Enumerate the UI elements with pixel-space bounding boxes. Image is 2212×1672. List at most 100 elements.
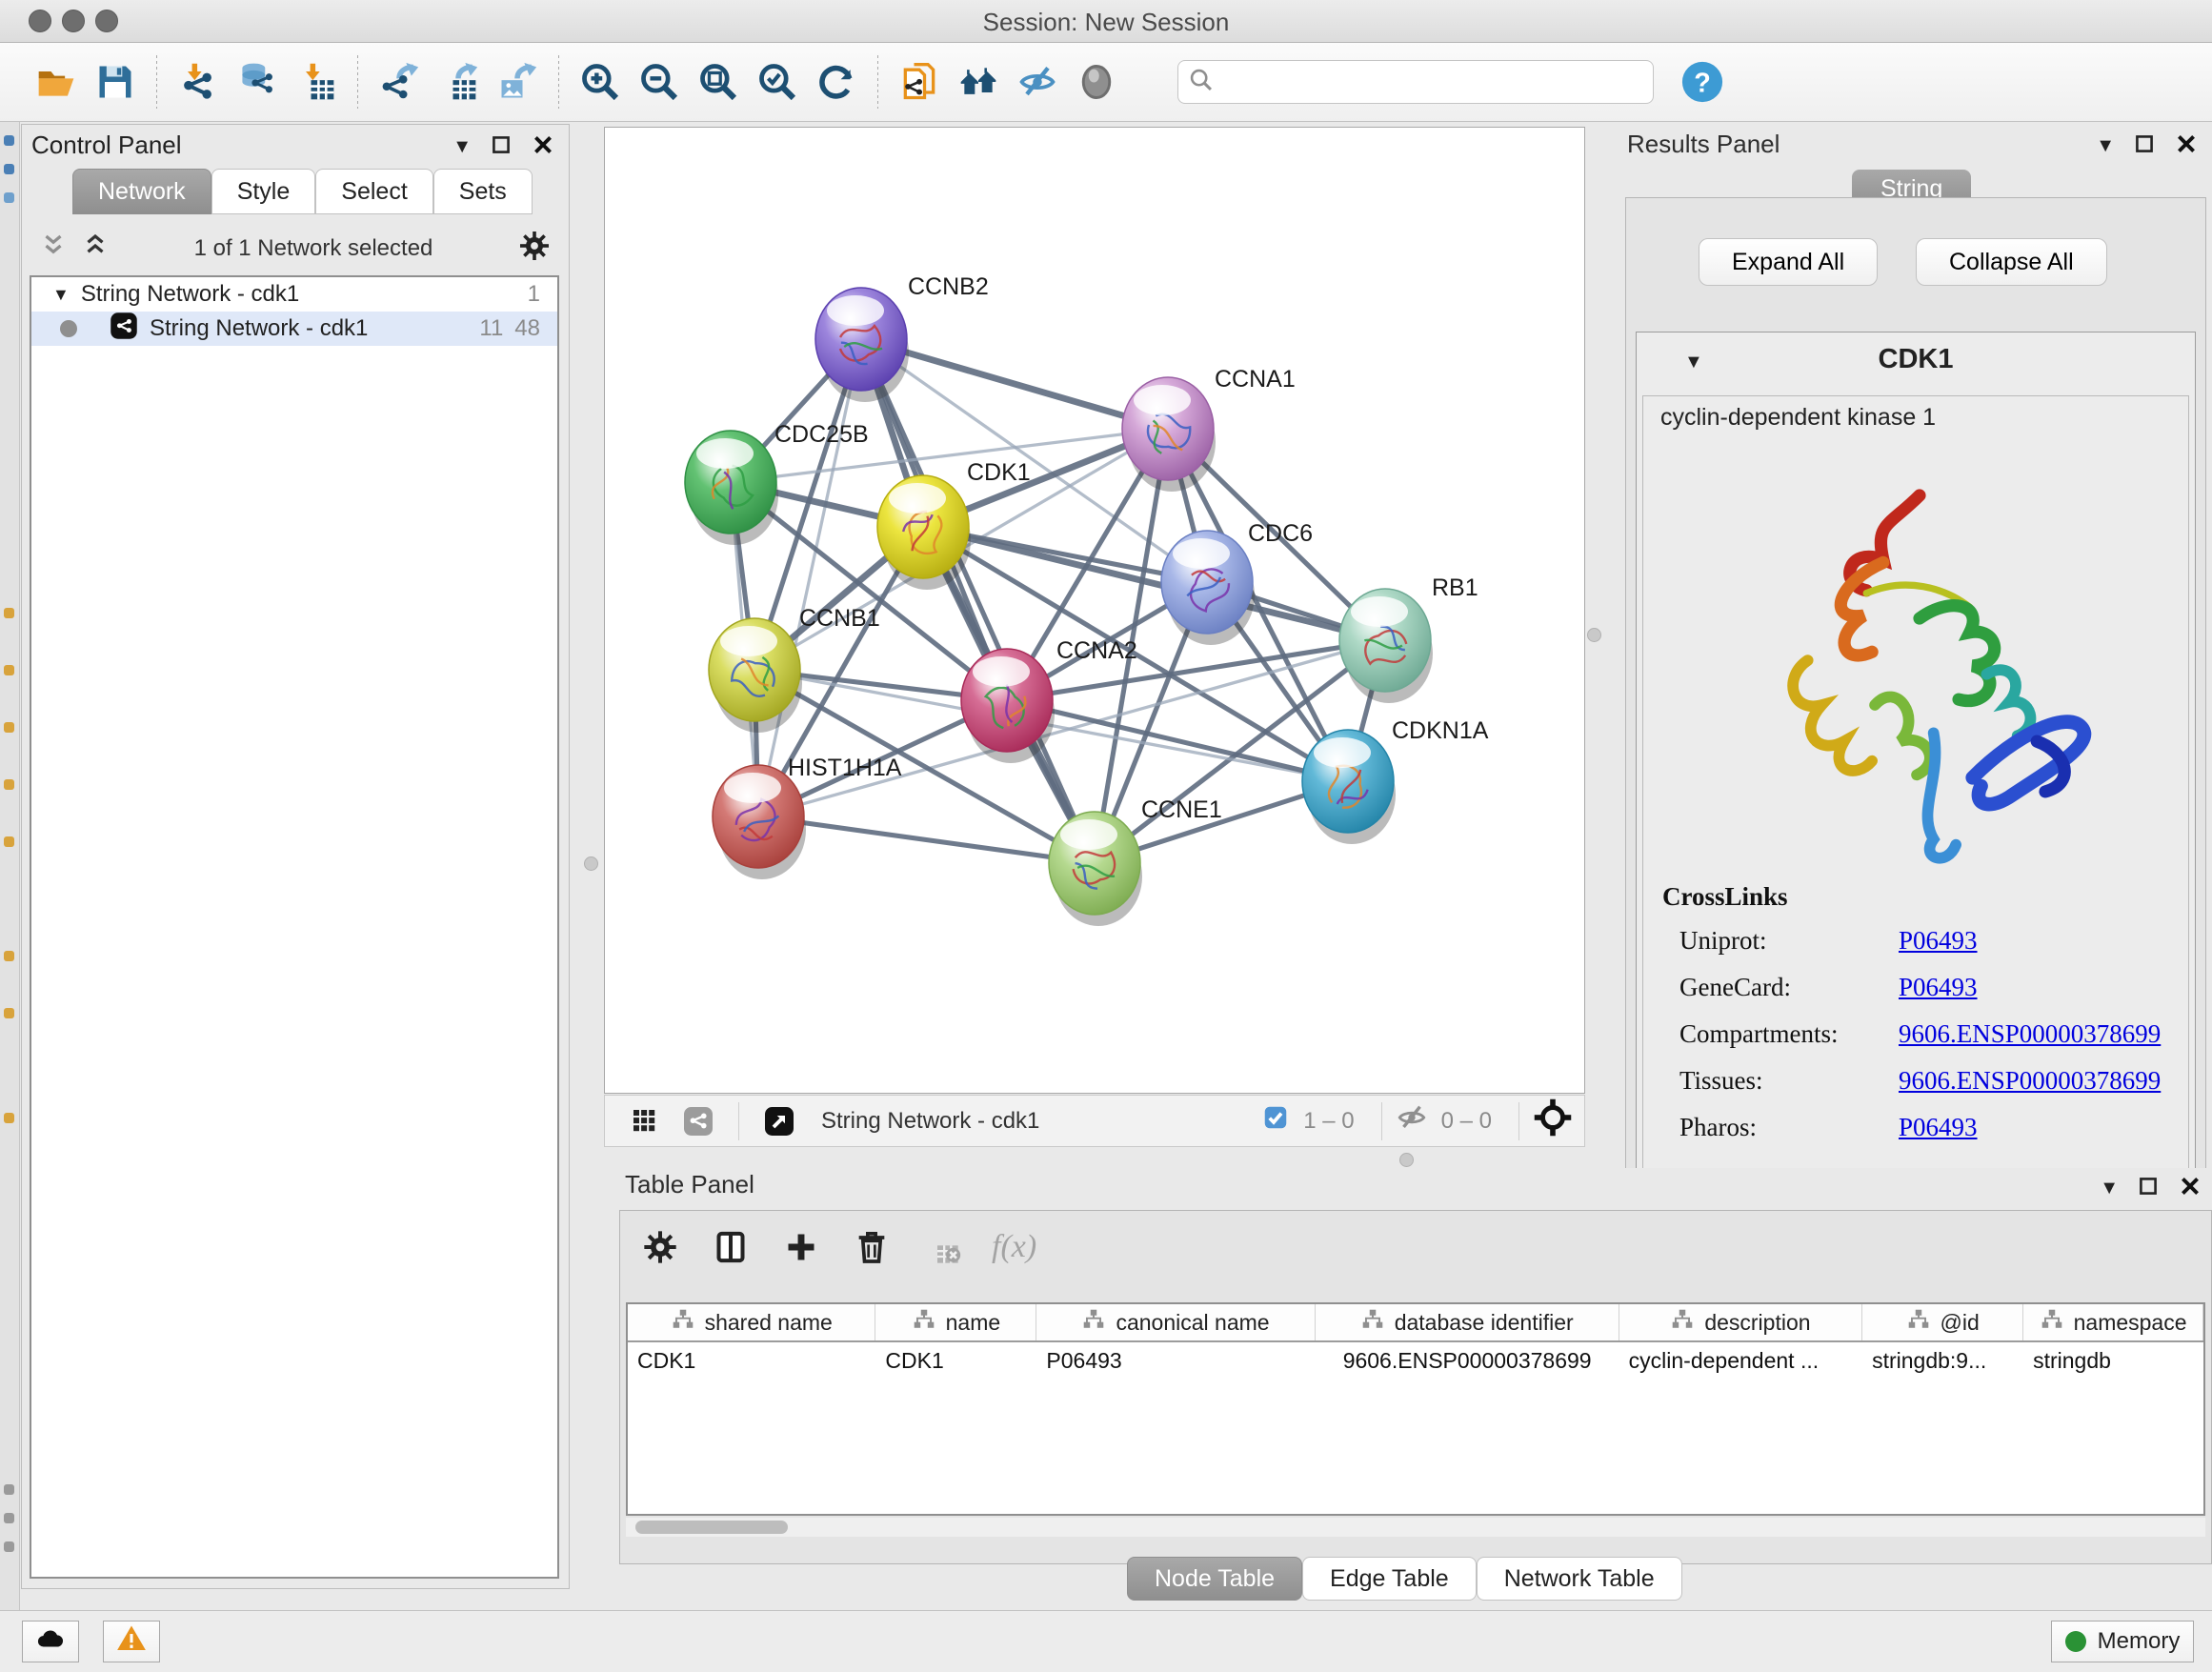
crosslink-value-link[interactable]: P06493 — [1899, 973, 1978, 1002]
network-node-CCNB1[interactable]: CCNB1 — [709, 605, 880, 733]
tree-expander-icon[interactable]: ▼ — [52, 285, 70, 305]
copy-document-button[interactable] — [890, 51, 949, 112]
hide-eye-button[interactable] — [1008, 51, 1067, 112]
open-external-view-icon[interactable] — [753, 1095, 806, 1148]
eye-button[interactable] — [1067, 51, 1126, 112]
float-panel-icon[interactable] — [489, 132, 513, 162]
tab-style[interactable]: Style — [211, 169, 316, 214]
table-cell[interactable]: 9606.ENSP00000378699 — [1316, 1342, 1619, 1380]
right-splitter-knob[interactable] — [1587, 628, 1601, 642]
column-header-description[interactable]: description — [1619, 1304, 1862, 1340]
table-cell[interactable]: stringdb:9... — [1862, 1342, 2023, 1380]
refresh-button[interactable] — [807, 51, 866, 112]
close-panel-icon[interactable] — [531, 132, 555, 162]
crosslink-value-link[interactable]: P06493 — [1899, 1113, 1978, 1142]
memory-button[interactable]: Memory — [2051, 1621, 2194, 1662]
network-node-CDC25B[interactable]: CDC25B — [685, 421, 869, 545]
tab-network[interactable]: Network — [72, 169, 211, 214]
function-builder-icon[interactable]: f(x) — [986, 1220, 1042, 1274]
zoom-in-button[interactable] — [571, 51, 630, 112]
delete-table-icon[interactable] — [915, 1220, 969, 1274]
import-table-button[interactable] — [287, 51, 346, 112]
column-header--id[interactable]: @id — [1862, 1304, 2023, 1340]
expand-all-button[interactable]: Expand All — [1699, 238, 1878, 286]
network-edge-CCNB2-CCNE1[interactable] — [861, 339, 1095, 863]
export-table-button[interactable] — [429, 51, 488, 112]
table-cell[interactable]: CDK1 — [875, 1342, 1036, 1380]
table-row[interactable]: CDK1CDK1P064939606.ENSP00000378699cyclin… — [628, 1342, 2203, 1380]
network-tree-row-selected[interactable]: String Network - cdk1 11 48 — [31, 312, 557, 346]
table-cell[interactable]: stringdb — [2023, 1342, 2203, 1380]
column-header-shared-name[interactable]: shared name — [628, 1304, 875, 1340]
zoom-fit-button[interactable] — [689, 51, 748, 112]
left-edge-strip — [0, 122, 20, 1610]
collapse-panel-icon[interactable]: ▼ — [2100, 1178, 2119, 1199]
home-pair-button[interactable] — [949, 51, 1008, 112]
share-view-icon[interactable] — [672, 1095, 725, 1148]
float-panel-icon[interactable] — [2132, 131, 2157, 161]
network-node-HIST1H1A[interactable]: HIST1H1A — [713, 755, 902, 879]
network-node-CCNA2[interactable]: CCNA2 — [961, 637, 1137, 763]
network-tree-root-row[interactable]: ▼ String Network - cdk1 1 — [31, 277, 557, 312]
select-columns-icon[interactable] — [704, 1220, 757, 1274]
column-header-database-identifier[interactable]: database identifier — [1316, 1304, 1619, 1340]
network-node-CDC6[interactable]: CDC6 — [1161, 520, 1313, 645]
crosslink-value-link[interactable]: 9606.ENSP00000378699 — [1899, 1066, 2161, 1096]
network-node-CCNB2[interactable]: CCNB2 — [815, 273, 989, 402]
network-node-CCNA1[interactable]: CCNA1 — [1122, 366, 1296, 492]
import-database-button[interactable] — [228, 51, 287, 112]
add-column-icon[interactable] — [774, 1220, 828, 1274]
tab-select[interactable]: Select — [315, 169, 432, 214]
crosslink-value-link[interactable]: P06493 — [1899, 926, 1978, 956]
network-node-CDK1[interactable]: CDK1 — [877, 459, 1031, 590]
collapse-panel-icon[interactable]: ▼ — [452, 136, 472, 158]
table-hscrollbar[interactable] — [626, 1518, 2205, 1537]
hidden-eye-slash-icon[interactable] — [1396, 1101, 1428, 1140]
collapse-panel-icon[interactable]: ▼ — [2096, 135, 2115, 157]
column-header-namespace[interactable]: namespace — [2023, 1304, 2203, 1340]
selected-checkbox-icon[interactable] — [1261, 1103, 1290, 1138]
warning-button[interactable] — [103, 1621, 160, 1662]
search-box[interactable] — [1177, 60, 1654, 104]
close-panel-icon[interactable] — [2174, 131, 2199, 161]
collapse-all-button[interactable]: Collapse All — [1916, 238, 2107, 286]
cloud-button[interactable] — [22, 1621, 79, 1662]
left-splitter-knob[interactable] — [584, 856, 598, 871]
column-header-canonical-name[interactable]: canonical name — [1036, 1304, 1315, 1340]
network-node-CDKN1A[interactable]: CDKN1A — [1302, 717, 1489, 844]
network-edge-HIST1H1A-CCNE1[interactable] — [758, 816, 1095, 863]
network-node-CCNE1[interactable]: CCNE1 — [1049, 796, 1222, 926]
tab-node-table[interactable]: Node Table — [1127, 1557, 1302, 1601]
export-network-button[interactable] — [370, 51, 429, 112]
table-cell[interactable]: cyclin-dependent ... — [1619, 1342, 1862, 1380]
network-edge-CCNB2-HIST1H1A[interactable] — [758, 339, 861, 816]
table-cell[interactable]: CDK1 — [628, 1342, 875, 1380]
float-panel-icon[interactable] — [2136, 1174, 2161, 1203]
open-folder-button[interactable] — [27, 51, 86, 112]
network-view-canvas[interactable]: CCNB2 CCNA1 CDC25BCDK1 CDC6RB1 CCNB1 CCNA2 CDK… — [604, 127, 1585, 1094]
network-node-RB1[interactable]: RB1 — [1339, 574, 1478, 703]
grid-view-icon[interactable] — [618, 1095, 672, 1148]
search-input[interactable] — [1215, 69, 1643, 95]
import-network-button[interactable] — [169, 51, 228, 112]
expand-all-networks-icon[interactable] — [39, 232, 68, 267]
table-gear-icon[interactable] — [633, 1220, 687, 1274]
tab-sets[interactable]: Sets — [433, 169, 533, 214]
tab-network-table[interactable]: Network Table — [1477, 1557, 1682, 1601]
tab-edge-table[interactable]: Edge Table — [1302, 1557, 1477, 1601]
close-panel-icon[interactable] — [2178, 1174, 2202, 1203]
collapse-all-networks-icon[interactable] — [81, 232, 110, 267]
table-cell[interactable]: P06493 — [1036, 1342, 1315, 1380]
bottom-splitter-knob[interactable] — [1399, 1153, 1414, 1167]
delete-column-icon[interactable] — [845, 1220, 898, 1274]
export-image-button[interactable] — [488, 51, 547, 112]
zoom-selected-button[interactable] — [748, 51, 807, 112]
zoom-out-button[interactable] — [630, 51, 689, 112]
table-hscrollbar-thumb[interactable] — [635, 1521, 788, 1534]
network-options-gear-icon[interactable] — [517, 229, 552, 270]
crosslink-value-link[interactable]: 9606.ENSP00000378699 — [1899, 1019, 2161, 1049]
save-button[interactable] — [86, 51, 145, 112]
fit-content-crosshair-icon[interactable] — [1533, 1098, 1573, 1144]
column-header-name[interactable]: name — [875, 1304, 1036, 1340]
help-button[interactable]: ? — [1673, 51, 1732, 112]
